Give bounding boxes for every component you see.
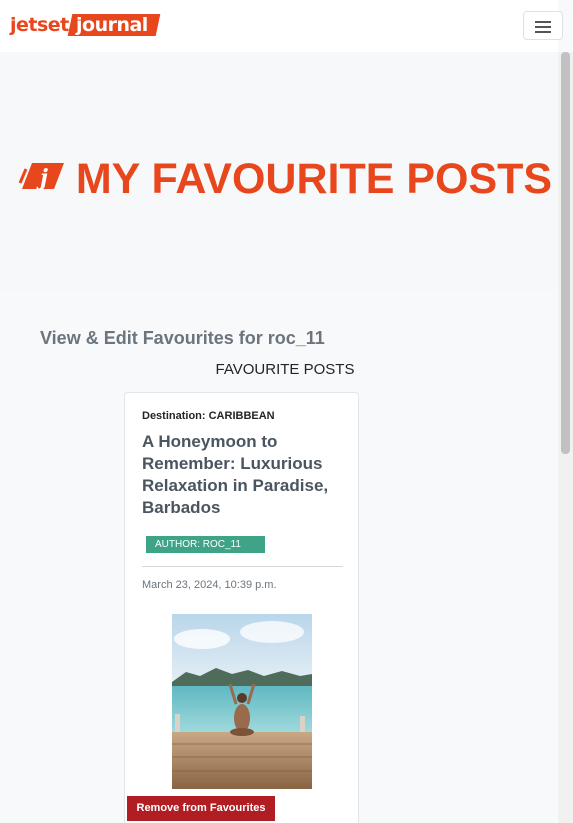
card-divider (142, 566, 343, 567)
logo-text-journal: journal (67, 14, 160, 36)
scrollbar-thumb[interactable] (561, 52, 570, 454)
hamburger-menu-icon (535, 21, 551, 23)
section-label: FAVOURITE POSTS (215, 361, 355, 378)
post-destination: Destination: CARIBBEAN (142, 410, 275, 422)
favourite-post-card: Destination: CARIBBEAN A Honeymoon to Re… (124, 392, 359, 823)
logo-text-jetset: jetset (10, 14, 69, 36)
navbar: jetset journal (0, 0, 563, 52)
site-logo[interactable]: jetset journal (10, 11, 160, 39)
remove-from-favourites-button[interactable]: Remove from Favourites (127, 796, 275, 821)
hero-section: j MY FAVOURITE POSTS (0, 52, 558, 292)
beach-dock-photo (172, 614, 312, 789)
post-image[interactable] (172, 614, 312, 789)
page-title: j MY FAVOURITE POSTS (0, 147, 570, 211)
author-badge[interactable]: AUTHOR: ROC_11 (146, 536, 265, 553)
post-title-link[interactable]: A Honeymoon to Remember: Luxurious Relax… (142, 431, 352, 519)
post-date: March 23, 2024, 10:39 p.m. (142, 579, 277, 591)
favourites-subheading: View & Edit Favourites for roc_11 (40, 328, 325, 348)
jetset-journal-logo-mark-icon: j (18, 162, 64, 191)
hamburger-menu-button[interactable] (523, 11, 563, 40)
